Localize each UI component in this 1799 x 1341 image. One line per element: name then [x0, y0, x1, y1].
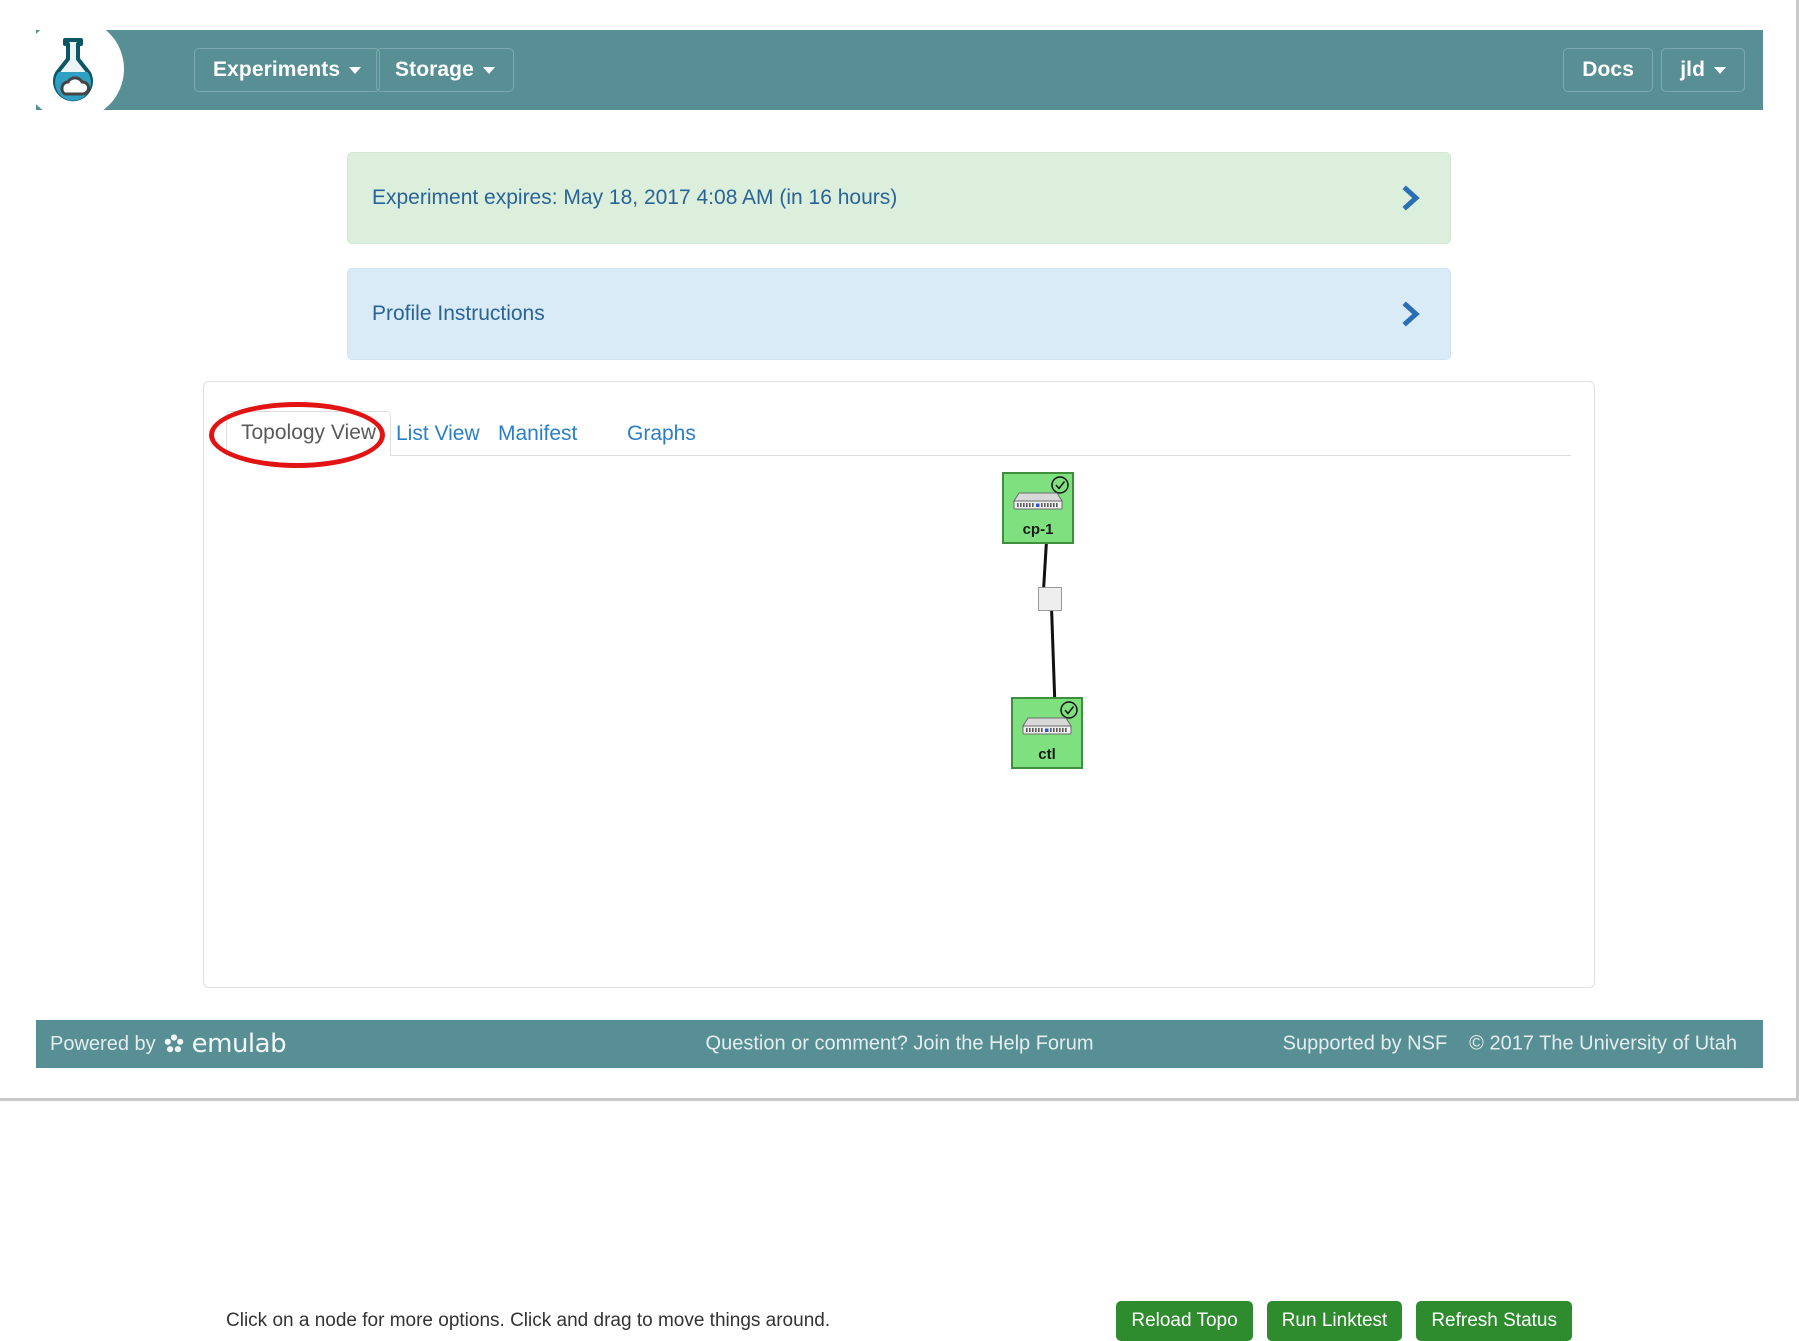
nav-user-dropdown[interactable]: jld	[1661, 48, 1745, 92]
tab-manifest[interactable]: Manifest	[484, 413, 591, 456]
topology-canvas[interactable]: cp-1 ctl	[205, 457, 1594, 1277]
nav-docs-button[interactable]: Docs	[1563, 48, 1653, 92]
caret-down-icon	[482, 66, 495, 74]
alert-experiment-expires-text: Experiment expires: May 18, 2017 4:08 AM…	[372, 186, 898, 209]
top-navbar: Experiments Storage Docs jld	[36, 30, 1763, 110]
caret-down-icon	[1714, 66, 1726, 74]
run-linktest-button[interactable]: Run Linktest	[1266, 1301, 1403, 1341]
footer-powered-by: Powered by emulab	[50, 1029, 287, 1059]
alert-profile-instructions-text: Profile Instructions	[372, 302, 545, 325]
caret-down-icon	[349, 66, 362, 74]
nav-experiments-dropdown[interactable]: Experiments	[194, 48, 381, 92]
chevron-right-icon[interactable]	[1400, 300, 1422, 328]
server-icon	[1013, 492, 1063, 510]
topology-link-node[interactable]	[1038, 587, 1062, 611]
topology-link-segment	[1050, 606, 1057, 699]
nav-storage-label: Storage	[395, 58, 474, 81]
topology-node-ctl[interactable]: ctl	[1011, 697, 1083, 769]
topology-node-cp-1[interactable]: cp-1	[1002, 472, 1074, 544]
refresh-status-button[interactable]: Refresh Status	[1416, 1301, 1572, 1341]
tab-list-view[interactable]: List View	[382, 413, 494, 456]
nav-storage-dropdown[interactable]: Storage	[376, 48, 514, 92]
server-icon	[1022, 717, 1072, 735]
footer-supported-by: Supported by NSF	[1282, 1032, 1448, 1055]
footer-brand-name: emulab	[191, 1029, 287, 1059]
topology-hint-text: Click on a node for more options. Click …	[226, 1310, 831, 1331]
tab-graphs[interactable]: Graphs	[613, 413, 710, 456]
footer-credits: Supported by NSF © 2017 The University o…	[1283, 1033, 1737, 1056]
alert-profile-instructions[interactable]: Profile Instructions	[347, 268, 1451, 360]
topology-node-label: cp-1	[1022, 521, 1054, 538]
nav-docs-label: Docs	[1582, 58, 1634, 81]
screenshot-frame: Experiments Storage Docs jld Experiment …	[0, 0, 1799, 1341]
nav-experiments-label: Experiments	[213, 58, 341, 81]
tab-topology-view[interactable]: Topology View	[226, 411, 392, 456]
topology-action-buttons: Reload Topo Run Linktest Refresh Status	[1116, 1301, 1572, 1341]
experiment-view-panel: Topology View List View Manifest Graphs	[203, 381, 1595, 1341]
emulab-flower-icon	[164, 1034, 183, 1053]
flask-cloud-logo-icon	[53, 38, 93, 102]
footer-powered-by-label: Powered by	[50, 1032, 156, 1055]
chevron-right-icon[interactable]	[1400, 184, 1422, 212]
view-tabs: Topology View List View Manifest Graphs	[226, 411, 1571, 456]
footer-copyright: © 2017 The University of Utah	[1469, 1032, 1737, 1055]
page-footer: Powered by emulab Question or comment? J…	[36, 1020, 1763, 1068]
topology-node-label: ctl	[1038, 746, 1056, 763]
alert-experiment-expires[interactable]: Experiment expires: May 18, 2017 4:08 AM…	[347, 152, 1451, 244]
site-logo[interactable]	[22, 18, 124, 120]
footer-help-link[interactable]: Question or comment? Join the Help Forum	[706, 1033, 1094, 1056]
reload-topo-button[interactable]: Reload Topo	[1116, 1301, 1253, 1341]
nav-user-label: jld	[1680, 58, 1705, 81]
